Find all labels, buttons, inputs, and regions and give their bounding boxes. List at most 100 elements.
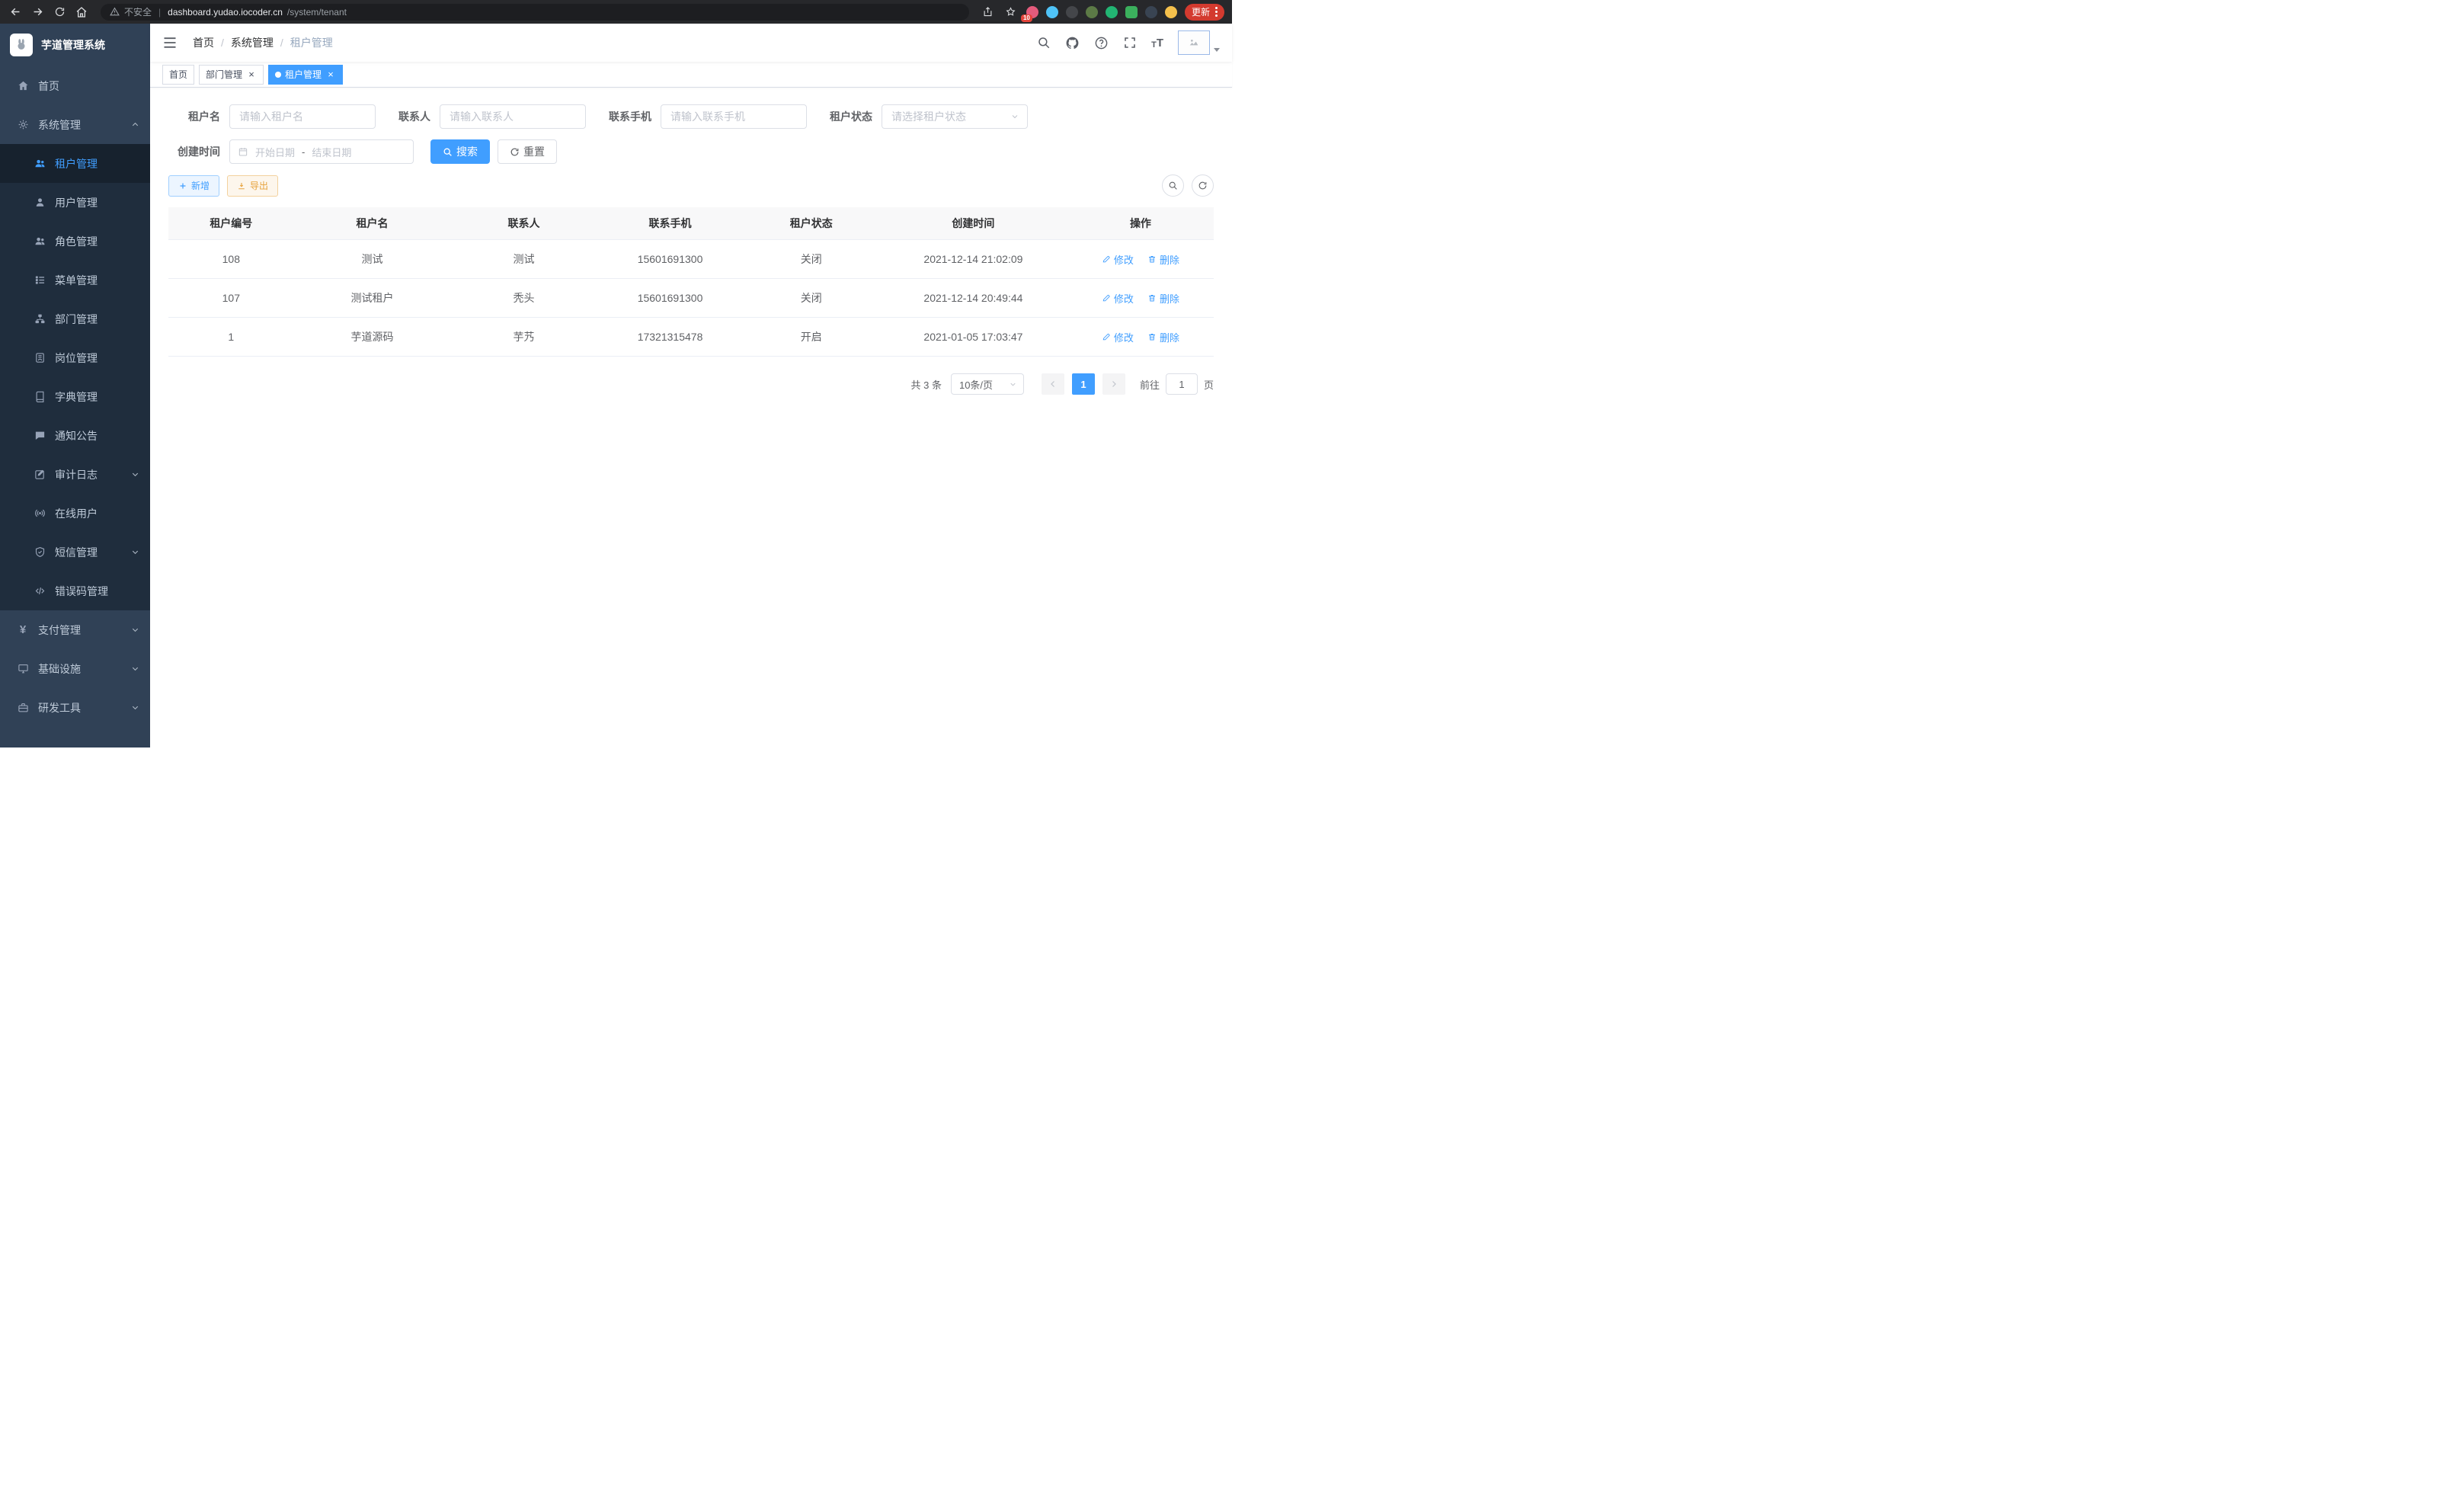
- delete-button[interactable]: 删除: [1147, 330, 1179, 344]
- edit-button[interactable]: 修改: [1102, 330, 1134, 344]
- edit-button[interactable]: 修改: [1102, 252, 1134, 267]
- sidebar-item-dev-tools[interactable]: 研发工具: [0, 688, 150, 727]
- sidebar-item-dept[interactable]: 部门管理: [0, 299, 150, 338]
- active-dot-icon: [275, 72, 281, 78]
- search-icon[interactable]: [1037, 36, 1051, 50]
- people-icon: [34, 158, 46, 170]
- extension-icon-5[interactable]: [1106, 6, 1118, 18]
- browser-menu-icon[interactable]: [1215, 7, 1218, 17]
- chrome-update-button[interactable]: 更新: [1185, 4, 1224, 21]
- share-icon[interactable]: [981, 5, 996, 20]
- status-select[interactable]: 请选择租户状态: [882, 104, 1028, 129]
- mobile-label: 联系手机: [609, 109, 661, 124]
- tab-home[interactable]: 首页: [162, 65, 194, 85]
- back-icon[interactable]: [8, 5, 23, 20]
- app-logo[interactable]: 芋道管理系统: [0, 24, 150, 66]
- app-title: 芋道管理系统: [41, 37, 105, 53]
- bookmark-star-icon[interactable]: [1003, 5, 1019, 20]
- sidebar-item-dict[interactable]: 字典管理: [0, 377, 150, 416]
- sidebar-item-notice[interactable]: 通知公告: [0, 416, 150, 455]
- search-button[interactable]: 搜索: [430, 139, 490, 164]
- sidebar-item-infrastructure[interactable]: 基础设施: [0, 649, 150, 688]
- contact-label: 联系人: [398, 109, 440, 124]
- url-bar[interactable]: 不安全 | dashboard.yudao.iocoder.cn/system/…: [101, 4, 969, 21]
- sidebar-item-tenant[interactable]: 租户管理: [0, 144, 150, 183]
- browser-chrome: 不安全 | dashboard.yudao.iocoder.cn/system/…: [0, 0, 1232, 24]
- page-size-select[interactable]: 10条/页: [951, 373, 1024, 395]
- contact-input[interactable]: [440, 104, 586, 129]
- add-button[interactable]: 新增: [168, 175, 219, 197]
- org-tree-icon: [34, 313, 46, 325]
- sidebar-item-role[interactable]: 角色管理: [0, 222, 150, 261]
- table-row: 1 芋道源码 芋艿 17321315478 开启 2021-01-05 17:0…: [168, 318, 1214, 357]
- fullscreen-icon[interactable]: [1123, 36, 1137, 50]
- tab-tenant[interactable]: 租户管理 ×: [268, 65, 343, 85]
- home-icon: [17, 80, 29, 92]
- profile-avatar-icon[interactable]: [1165, 6, 1177, 18]
- github-icon[interactable]: [1065, 36, 1080, 50]
- tab-dept[interactable]: 部门管理 ×: [199, 65, 264, 85]
- url-security-label: 不安全: [124, 5, 152, 18]
- user-icon: [34, 197, 46, 209]
- close-icon[interactable]: ×: [246, 69, 257, 80]
- browser-actions: 10 更新: [981, 4, 1224, 21]
- extension-icon-3[interactable]: [1066, 6, 1078, 18]
- sidebar-collapse-icon[interactable]: [162, 34, 179, 51]
- tags-view-bar: 首页 部门管理 × 租户管理 ×: [150, 62, 1232, 88]
- sidebar-item-post[interactable]: 岗位管理: [0, 338, 150, 377]
- delete-button[interactable]: 删除: [1147, 252, 1179, 267]
- breadcrumb-home[interactable]: 首页: [193, 35, 214, 50]
- sidebar-item-error-code[interactable]: 错误码管理: [0, 571, 150, 610]
- sidebar-item-online-users[interactable]: 在线用户: [0, 494, 150, 533]
- help-icon[interactable]: [1094, 36, 1109, 50]
- font-size-icon[interactable]: TT: [1151, 37, 1163, 50]
- next-page-button[interactable]: [1102, 373, 1125, 395]
- date-range-picker[interactable]: 开始日期 - 结束日期: [229, 139, 414, 164]
- extension-icon-1[interactable]: 10: [1026, 6, 1038, 18]
- broadcast-icon: [34, 507, 46, 520]
- close-icon[interactable]: ×: [325, 69, 336, 80]
- top-navbar: 首页 / 系统管理 / 租户管理: [150, 24, 1232, 62]
- tenant-table: 租户编号 租户名 联系人 联系手机 租户状态 创建时间 操作 108 测试: [168, 207, 1214, 357]
- sidebar-item-sms[interactable]: 短信管理: [0, 533, 150, 571]
- mobile-input[interactable]: [661, 104, 807, 129]
- home-icon[interactable]: [74, 5, 89, 20]
- forward-icon[interactable]: [30, 5, 45, 20]
- extension-icon-6[interactable]: [1125, 6, 1138, 18]
- export-button[interactable]: 导出: [227, 175, 278, 197]
- extension-icon-4[interactable]: [1086, 6, 1098, 18]
- sidebar-item-system[interactable]: 系统管理: [0, 105, 150, 144]
- current-page-button[interactable]: 1: [1072, 373, 1095, 395]
- chevron-down-icon: [131, 664, 139, 673]
- refresh-table-button[interactable]: [1192, 174, 1214, 197]
- user-avatar[interactable]: [1178, 30, 1220, 55]
- pagination-total: 共 3 条: [911, 377, 942, 392]
- reload-icon[interactable]: [52, 5, 67, 20]
- extension-icon-2[interactable]: [1046, 6, 1058, 18]
- sidebar-item-payment[interactable]: ¥ 支付管理: [0, 610, 150, 649]
- delete-button[interactable]: 删除: [1147, 291, 1179, 306]
- sidebar-item-home[interactable]: 首页: [0, 66, 150, 105]
- toggle-search-button[interactable]: [1162, 174, 1184, 197]
- extension-badge: 10: [1021, 14, 1032, 22]
- yen-icon: ¥: [17, 623, 29, 636]
- sidebar: 芋道管理系统 首页 系统管理 租户管理 用户管理 角色管理: [0, 24, 150, 748]
- edit-button[interactable]: 修改: [1102, 291, 1134, 306]
- status-label: 租户状态: [830, 109, 882, 124]
- table-header-row: 租户编号 租户名 联系人 联系手机 租户状态 创建时间 操作: [168, 207, 1214, 240]
- extension-icon-7[interactable]: [1145, 6, 1157, 18]
- page-content: 租户名 联系人 联系手机 租户状态 请选择租户状态: [150, 88, 1232, 748]
- sidebar-item-user[interactable]: 用户管理: [0, 183, 150, 222]
- prev-page-button[interactable]: [1042, 373, 1064, 395]
- chevron-down-icon: [131, 626, 139, 634]
- toolbox-icon: [17, 702, 29, 714]
- url-divider: |: [158, 7, 161, 18]
- goto-page-input[interactable]: [1166, 373, 1198, 395]
- sidebar-item-menu[interactable]: 菜单管理: [0, 261, 150, 299]
- breadcrumb-current: 租户管理: [290, 35, 333, 50]
- tenant-name-input[interactable]: [229, 104, 376, 129]
- pagination: 共 3 条 10条/页 1 前往 页: [168, 373, 1214, 395]
- reset-button[interactable]: 重置: [498, 139, 557, 164]
- monitor-icon: [17, 663, 29, 675]
- sidebar-item-audit-log[interactable]: 审计日志: [0, 455, 150, 494]
